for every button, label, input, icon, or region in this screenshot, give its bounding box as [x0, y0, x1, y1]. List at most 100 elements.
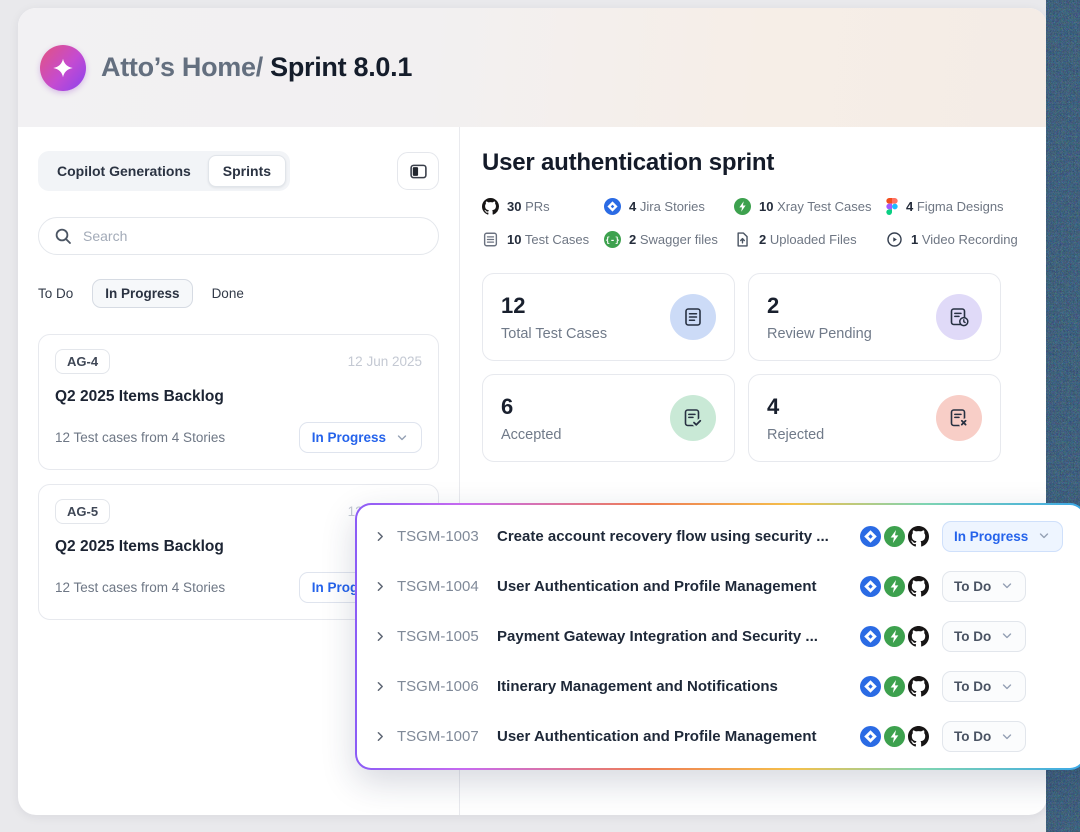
video-recording-icon — [886, 231, 903, 248]
card-id-badge: AG-5 — [55, 499, 110, 524]
github-icon — [908, 526, 929, 547]
jira-icon — [604, 198, 621, 215]
row-status-dropdown[interactable]: To Do — [942, 721, 1026, 752]
table-row[interactable]: TSGM-1005 Payment Gateway Integration an… — [373, 611, 1068, 661]
row-status-cell: To Do — [942, 721, 1068, 752]
table-row[interactable]: TSGM-1003 Create account recovery flow u… — [373, 511, 1068, 561]
chevron-down-icon — [1000, 629, 1014, 643]
filter-in-progress[interactable]: In Progress — [92, 279, 192, 308]
row-status-label: In Progress — [954, 529, 1028, 544]
search-input[interactable] — [83, 228, 423, 244]
chevron-right-icon — [373, 529, 388, 544]
row-status-cell: In Progress — [942, 521, 1068, 552]
sprint-card-ag4[interactable]: AG-4 12 Jun 2025 Q2 2025 Items Backlog 1… — [38, 334, 439, 470]
chevron-right-icon — [373, 629, 388, 644]
chevron-right-icon — [373, 679, 388, 694]
jira-icon — [860, 626, 881, 647]
sprint-title: User authentication sprint — [482, 149, 1023, 177]
table-row[interactable]: TSGM-1007 User Authentication and Profil… — [373, 712, 1068, 762]
stat-figma-designs: 4 Figma Designs — [886, 198, 1023, 215]
document-check-icon — [670, 395, 716, 441]
page-title: Sprint 8.0.1 — [263, 52, 412, 82]
jira-icon — [860, 726, 881, 747]
row-source-icons — [860, 676, 929, 697]
chevron-down-icon — [1037, 529, 1051, 543]
expand-row-button[interactable] — [373, 579, 397, 594]
xray-icon — [884, 576, 905, 597]
card-subtitle: 12 Test cases from 4 Stories — [55, 430, 225, 445]
table-row[interactable]: TSGM-1004 User Authentication and Profil… — [373, 561, 1068, 611]
summary-rejected: 4 Rejected — [748, 374, 1001, 462]
row-source-icons — [860, 576, 929, 597]
desktop: { "window": { "logo_icon": "sparkle-icon… — [0, 0, 1080, 832]
card-header: AG-4 12 Jun 2025 — [55, 349, 422, 374]
filter-todo[interactable]: To Do — [38, 286, 73, 301]
chevron-right-icon — [373, 579, 388, 594]
row-id: TSGM-1005 — [397, 628, 497, 645]
row-title: Itinerary Management and Notifications — [497, 678, 860, 695]
row-status-dropdown[interactable]: To Do — [942, 621, 1026, 652]
github-icon — [908, 676, 929, 697]
card-footer: 12 Test cases from 4 Stories In Progress — [55, 422, 422, 453]
row-source-icons — [860, 626, 929, 647]
stat-video-recording: 1 Video Recording — [886, 231, 1023, 248]
summary-label: Review Pending — [767, 326, 872, 342]
row-source-icons — [860, 726, 929, 747]
view-tabs: Copilot Generations Sprints — [38, 151, 290, 191]
row-title: Create account recovery flow using secur… — [497, 528, 860, 545]
app-header: Atto’s Home/ Sprint 8.0.1 — [18, 8, 1047, 127]
summary-review-pending: 2 Review Pending — [748, 273, 1001, 361]
github-icon — [908, 726, 929, 747]
chevron-down-icon — [1000, 579, 1014, 593]
card-status-dropdown[interactable]: In Progress — [299, 422, 422, 453]
summary-value: 4 — [767, 394, 824, 420]
jira-icon — [860, 576, 881, 597]
search-bar — [38, 217, 439, 255]
expand-row-button[interactable] — [373, 679, 397, 694]
row-id: TSGM-1006 — [397, 678, 497, 695]
atto-logo[interactable] — [40, 45, 86, 91]
swagger-icon — [604, 231, 621, 248]
collapse-panel-button[interactable] — [397, 152, 439, 190]
stat-uploaded-files: 2 Uploaded Files — [734, 231, 886, 248]
xray-icon — [884, 726, 905, 747]
card-subtitle: 12 Test cases from 4 Stories — [55, 580, 225, 595]
split-panel-icon — [409, 162, 428, 181]
row-title: Payment Gateway Integration and Security… — [497, 628, 860, 645]
summary-value: 6 — [501, 394, 561, 420]
document-icon — [670, 294, 716, 340]
sparkle-icon — [50, 57, 76, 79]
row-status-dropdown[interactable]: To Do — [942, 671, 1026, 702]
test-cases-icon — [482, 231, 499, 248]
expand-row-button[interactable] — [373, 729, 397, 744]
row-status-dropdown[interactable]: In Progress — [942, 521, 1063, 552]
card-title: Q2 2025 Items Backlog — [55, 388, 422, 406]
tab-sprints[interactable]: Sprints — [208, 155, 286, 187]
row-id: TSGM-1007 — [397, 728, 497, 745]
breadcrumb-home[interactable]: Atto’s Home/ — [101, 52, 263, 82]
table-row[interactable]: TSGM-1006 Itinerary Management and Notif… — [373, 662, 1068, 712]
tab-copilot-generations[interactable]: Copilot Generations — [42, 155, 206, 187]
chevron-down-icon — [1000, 730, 1014, 744]
test-cases-list: TSGM-1003 Create account recovery flow u… — [357, 505, 1080, 768]
xray-icon — [884, 626, 905, 647]
row-status-dropdown[interactable]: To Do — [942, 571, 1026, 602]
sprint-stats: 30 PRs 4 Jira Stories 10 Xray Test Cases… — [482, 198, 1023, 248]
github-icon — [482, 198, 499, 215]
row-status-label: To Do — [954, 679, 991, 694]
jira-icon — [860, 676, 881, 697]
expand-row-button[interactable] — [373, 529, 397, 544]
figma-icon — [886, 198, 898, 215]
stat-swagger-files: 2 Swagger files — [604, 231, 734, 248]
card-date: 12 Jun 2025 — [348, 354, 422, 369]
expand-row-button[interactable] — [373, 629, 397, 644]
test-cases-overlay: TSGM-1003 Create account recovery flow u… — [355, 503, 1080, 770]
document-clock-icon — [936, 294, 982, 340]
status-filters: To Do In Progress Done — [38, 279, 439, 308]
breadcrumb: Atto’s Home/ Sprint 8.0.1 — [101, 52, 412, 83]
filter-done[interactable]: Done — [212, 286, 244, 301]
summary-cards: 12 Total Test Cases 2 Review Pending — [482, 273, 1001, 462]
summary-accepted: 6 Accepted — [482, 374, 735, 462]
row-id: TSGM-1004 — [397, 578, 497, 595]
chevron-right-icon — [373, 729, 388, 744]
